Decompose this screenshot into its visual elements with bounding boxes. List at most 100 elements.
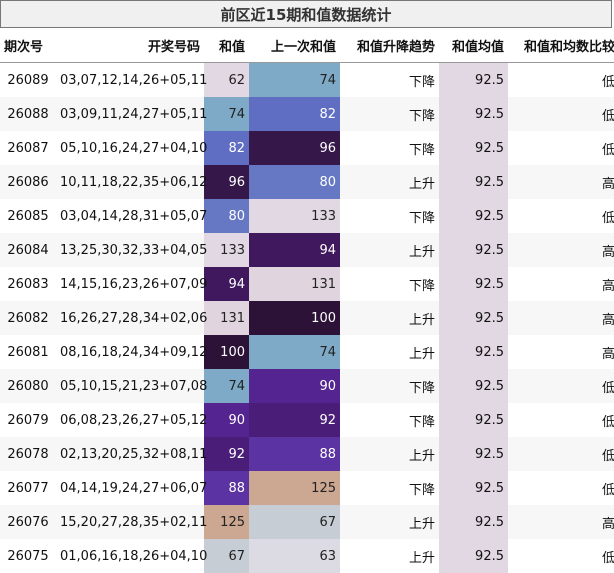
- draw-numbers-cell: 05,10,15,21,23+07,08: [56, 369, 207, 403]
- trend-cell: 下降: [340, 267, 439, 301]
- trend-cell: 下降: [340, 62, 439, 97]
- average-cell: 92.5: [439, 437, 508, 471]
- trend-cell: 下降: [340, 97, 439, 131]
- average-cell: 92.5: [439, 403, 508, 437]
- draw-numbers-cell: 16,26,27,28,34+02,06: [56, 301, 207, 335]
- period-cell: 26077: [0, 471, 56, 505]
- compare-cell: 高: [508, 301, 614, 335]
- period-cell: 26076: [0, 505, 56, 539]
- period-cell: 26082: [0, 301, 56, 335]
- table-row: 26075 01,06,16,18,26+04,10 67 63 上升 92.5 低: [0, 539, 614, 573]
- period-cell: 26086: [0, 165, 56, 199]
- draw-numbers-cell: 03,07,12,14,26+05,11: [56, 62, 207, 97]
- period-cell: 26079: [0, 403, 56, 437]
- draw-numbers-cell: 10,11,18,22,35+06,12: [56, 165, 207, 199]
- sum-cell: 74: [204, 97, 249, 131]
- period-cell: 26075: [0, 539, 56, 573]
- compare-cell: 低: [508, 131, 614, 165]
- prev-sum-cell: 63: [249, 539, 340, 573]
- prev-sum-cell: 94: [249, 233, 340, 267]
- prev-sum-cell: 133: [249, 199, 340, 233]
- compare-cell: 高: [508, 335, 614, 369]
- average-cell: 92.5: [439, 131, 508, 165]
- sum-cell: 62: [204, 62, 249, 97]
- average-cell: 92.5: [439, 335, 508, 369]
- header-trend[interactable]: 和值升降趋势: [340, 28, 439, 63]
- trend-cell: 上升: [340, 335, 439, 369]
- table-row: 26078 02,13,20,25,32+08,11 92 88 上升 92.5 低: [0, 437, 614, 471]
- trend-cell: 上升: [340, 301, 439, 335]
- sum-cell: 92: [204, 437, 249, 471]
- draw-numbers-cell: 04,14,19,24,27+06,07: [56, 471, 207, 505]
- average-cell: 92.5: [439, 471, 508, 505]
- sum-cell: 80: [204, 199, 249, 233]
- period-cell: 26081: [0, 335, 56, 369]
- prev-sum-cell: 74: [249, 335, 340, 369]
- compare-cell: 高: [508, 165, 614, 199]
- sum-cell: 100: [204, 335, 249, 369]
- trend-cell: 下降: [340, 131, 439, 165]
- draw-numbers-cell: 13,25,30,32,33+04,05: [56, 233, 207, 267]
- header-draw-numbers[interactable]: 开奖号码: [56, 28, 204, 63]
- table-body: 26089 03,07,12,14,26+05,11 62 74 下降 92.5 低 2608…: [0, 62, 614, 573]
- prev-sum-cell: 92: [249, 403, 340, 437]
- sum-cell: 131: [204, 301, 249, 335]
- header-compare[interactable]: 和值和均数比较: [508, 28, 614, 63]
- trend-cell: 上升: [340, 437, 439, 471]
- table-row: 26082 16,26,27,28,34+02,06 131 100 上升 92.5 高: [0, 301, 614, 335]
- compare-cell: 低: [508, 437, 614, 471]
- trend-cell: 下降: [340, 403, 439, 437]
- draw-numbers-cell: 03,04,14,28,31+05,07: [56, 199, 207, 233]
- average-cell: 92.5: [439, 97, 508, 131]
- draw-numbers-cell: 08,16,18,24,34+09,12: [56, 335, 207, 369]
- header-period[interactable]: 期次号: [0, 28, 56, 63]
- prev-sum-cell: 74: [249, 62, 340, 97]
- average-cell: 92.5: [439, 233, 508, 267]
- header-average[interactable]: 和值均值: [439, 28, 508, 63]
- table-row: 26080 05,10,15,21,23+07,08 74 90 下降 92.5 低: [0, 369, 614, 403]
- compare-cell: 低: [508, 403, 614, 437]
- period-cell: 26085: [0, 199, 56, 233]
- trend-cell: 下降: [340, 369, 439, 403]
- period-cell: 26080: [0, 369, 56, 403]
- table-row: 26088 03,09,11,24,27+05,11 74 82 下降 92.5 低: [0, 97, 614, 131]
- period-cell: 26087: [0, 131, 56, 165]
- trend-cell: 上升: [340, 165, 439, 199]
- sum-cell: 133: [204, 233, 249, 267]
- compare-cell: 低: [508, 471, 614, 505]
- prev-sum-cell: 67: [249, 505, 340, 539]
- prev-sum-cell: 125: [249, 471, 340, 505]
- average-cell: 92.5: [439, 539, 508, 573]
- sum-cell: 90: [204, 403, 249, 437]
- table-row: 26089 03,07,12,14,26+05,11 62 74 下降 92.5 低: [0, 62, 614, 97]
- table-row: 26079 06,08,23,26,27+05,12 90 92 下降 92.5 低: [0, 403, 614, 437]
- prev-sum-cell: 90: [249, 369, 340, 403]
- table-row: 26076 15,20,27,28,35+02,11 125 67 上升 92.5 高: [0, 505, 614, 539]
- average-cell: 92.5: [439, 62, 508, 97]
- period-cell: 26089: [0, 62, 56, 97]
- trend-cell: 上升: [340, 539, 439, 573]
- prev-sum-cell: 131: [249, 267, 340, 301]
- compare-cell: 低: [508, 369, 614, 403]
- table-row: 26086 10,11,18,22,35+06,12 96 80 上升 92.5 高: [0, 165, 614, 199]
- sum-cell: 88: [204, 471, 249, 505]
- compare-cell: 高: [508, 267, 614, 301]
- draw-numbers-cell: 01,06,16,18,26+04,10: [56, 539, 207, 573]
- draw-numbers-cell: 15,20,27,28,35+02,11: [56, 505, 207, 539]
- table-row: 26077 04,14,19,24,27+06,07 88 125 下降 92.5 低: [0, 471, 614, 505]
- period-cell: 26078: [0, 437, 56, 471]
- prev-sum-cell: 100: [249, 301, 340, 335]
- average-cell: 92.5: [439, 505, 508, 539]
- draw-numbers-cell: 14,15,16,23,26+07,09: [56, 267, 207, 301]
- table-row: 26087 05,10,16,24,27+04,10 82 96 下降 92.5 低: [0, 131, 614, 165]
- header-prev-sum[interactable]: 上一次和值: [249, 28, 340, 63]
- sum-cell: 67: [204, 539, 249, 573]
- stats-table: 期次号 开奖号码 和值 上一次和值 和值升降趋势 和值均值 和值和均数比较 26…: [0, 28, 614, 573]
- compare-cell: 低: [508, 62, 614, 97]
- table-row: 26081 08,16,18,24,34+09,12 100 74 上升 92.5 高: [0, 335, 614, 369]
- compare-cell: 低: [508, 199, 614, 233]
- header-sum[interactable]: 和值: [204, 28, 249, 63]
- compare-cell: 高: [508, 233, 614, 267]
- draw-numbers-cell: 06,08,23,26,27+05,12: [56, 403, 207, 437]
- draw-numbers-cell: 03,09,11,24,27+05,11: [56, 97, 207, 131]
